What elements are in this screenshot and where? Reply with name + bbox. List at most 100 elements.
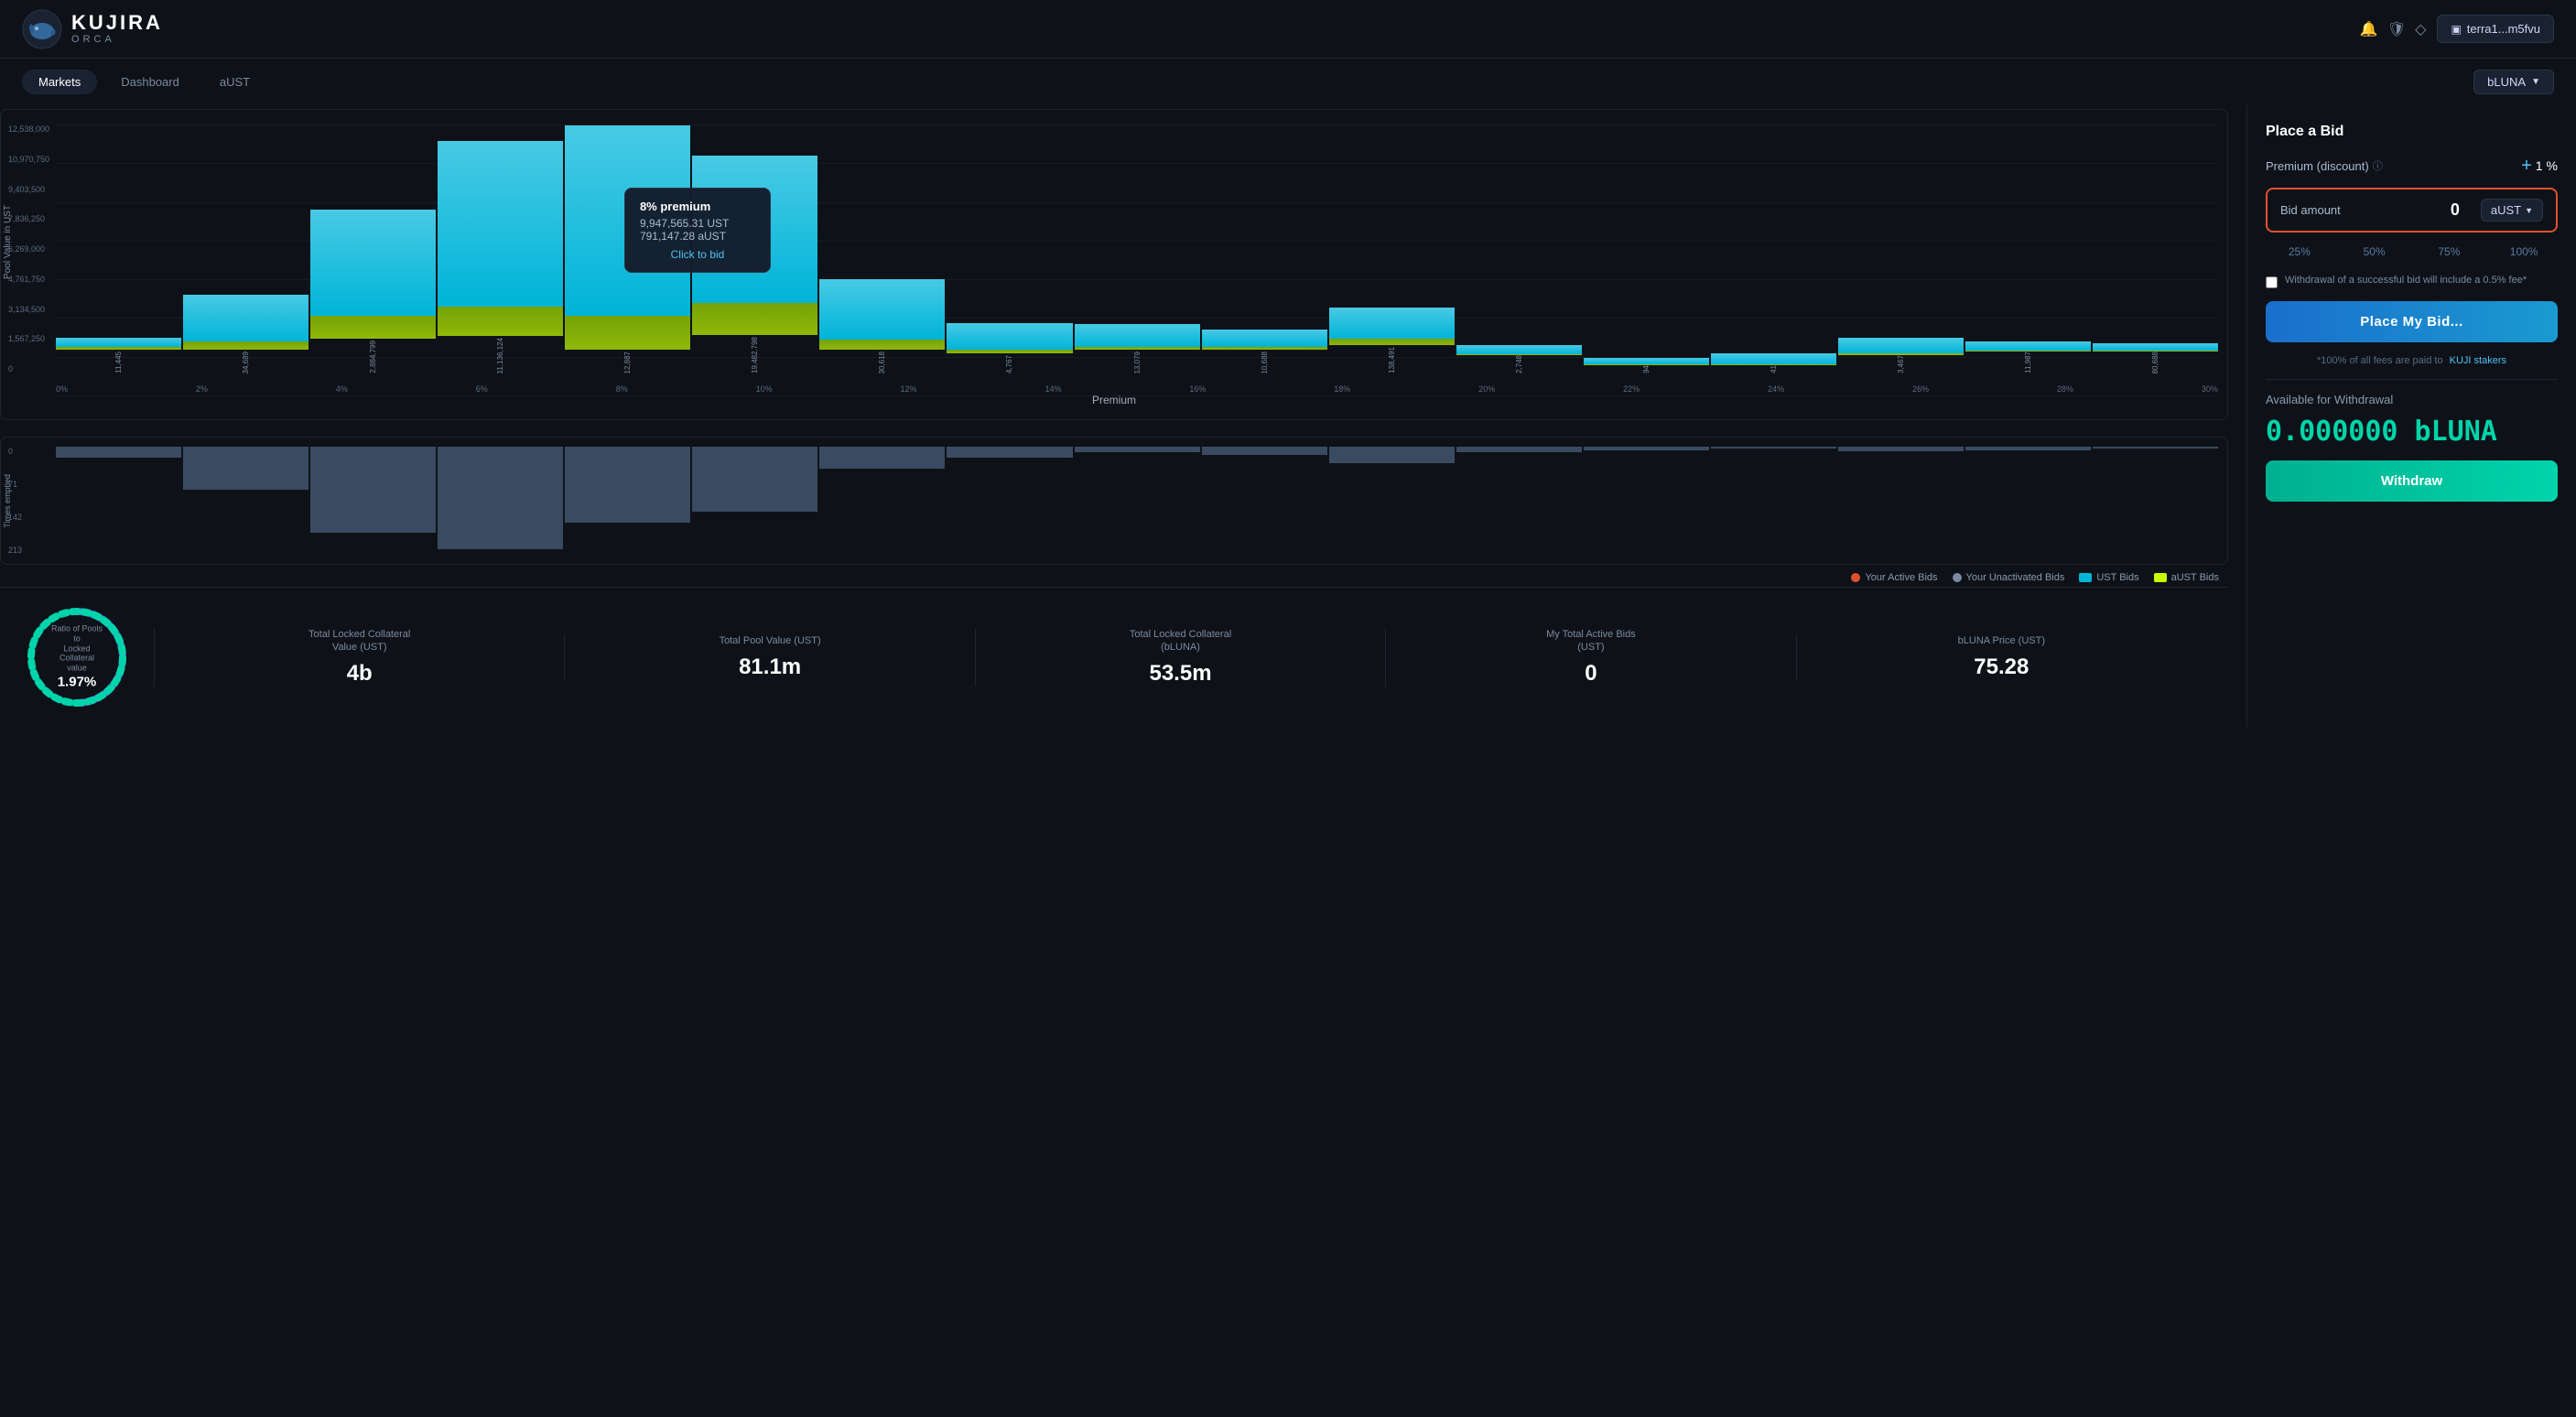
bar-stack-8: [565, 125, 690, 350]
bar-stack-30: [1965, 341, 2091, 352]
stat-label-0: Total Locked CollateralValue (UST): [169, 628, 549, 654]
bar-group-2[interactable]: 34,689: [183, 124, 308, 373]
bar-ust-10: [692, 156, 817, 303]
premium-row: Premium (discount) ⓘ + 1 %: [2266, 157, 2558, 175]
bar-group-14[interactable]: 4,767: [947, 124, 1072, 373]
bar-group-0[interactable]: 11,445: [56, 124, 181, 373]
fee-checkbox[interactable]: [2266, 276, 2278, 288]
bid-amount-box[interactable]: Bid amount aUST ▼: [2266, 188, 2558, 233]
stat-label-3: My Total Active Bids(UST): [1401, 628, 1780, 654]
logo-subtitle: ORCA: [71, 35, 163, 45]
bar-group-22[interactable]: 2,748: [1456, 124, 1582, 373]
stat-value-2: 53.5m: [990, 661, 1370, 687]
bar-stack-20: [1329, 308, 1455, 345]
stat-label-4: bLUNA Price (UST): [1812, 634, 2192, 647]
bar-group-26[interactable]: 41: [1711, 124, 1836, 373]
header-icons: 🔔 🛡 ◇: [2360, 20, 2427, 38]
wallet-address: terra1...m5fvu: [2467, 22, 2540, 36]
place-bid-button[interactable]: Place My Bid...: [2266, 301, 2558, 342]
emptied-bar-11: [1456, 447, 1582, 452]
bar-val-0: 11,445: [114, 352, 123, 373]
bar-stack-10: [692, 156, 817, 335]
stat-value-0: 4b: [169, 661, 549, 687]
emptied-y-axis-label: Times emptied: [1, 438, 14, 564]
grid-line-7: [56, 395, 2218, 396]
bar-group-8[interactable]: 12,887: [565, 124, 690, 373]
bar-ust-12: [819, 279, 945, 339]
stat-label-1: Total Pool Value (UST): [579, 634, 959, 647]
bar-group-6[interactable]: 11,136,124: [438, 124, 563, 373]
kuji-stakers-link[interactable]: KUJI stakers: [2450, 355, 2506, 366]
bar-group-18[interactable]: 10,688: [1202, 124, 1327, 373]
emptied-bars-wrapper: [56, 447, 2218, 555]
legend-ust-bids: UST Bids: [2079, 572, 2138, 583]
market-selector[interactable]: bLUNA ▼: [2473, 70, 2554, 94]
withdrawal-section: Available for Withdrawal 0.000000 bLUNA …: [2266, 379, 2558, 502]
bar-group-30plus[interactable]: 80,688: [2093, 124, 2218, 373]
bar-stack-28: [1838, 338, 1964, 355]
emptied-bar-6: [819, 447, 945, 469]
bar-group-24[interactable]: 94: [1584, 124, 1709, 373]
bar-aust-2: [183, 341, 308, 350]
bar-stack-6: [438, 141, 563, 335]
premium-plus-button[interactable]: +: [2521, 157, 2532, 175]
nav-item-markets[interactable]: Markets: [22, 70, 97, 94]
bar-val-8: 12,887: [623, 352, 632, 373]
legend-label-unactivated: Your Unactivated Bids: [1966, 572, 2065, 583]
bar-group-10[interactable]: 19,482,798: [692, 124, 817, 373]
pct-100-button[interactable]: 100%: [2490, 242, 2558, 262]
bar-group-12[interactable]: 30,618: [819, 124, 945, 373]
stat-value-3: 0: [1401, 661, 1780, 687]
chart-area: Pool Value in UST 12,538,000 10,970,750 …: [0, 105, 2246, 727]
right-sidebar: Place a Bid Premium (discount) ⓘ + 1 % B…: [2246, 105, 2576, 727]
chart-legend: Your Active Bids Your Unactivated Bids U…: [0, 572, 2228, 587]
bar-ust-0: [56, 338, 181, 348]
shield-icon[interactable]: 🛡: [2387, 20, 2406, 38]
bar-stack-22: [1456, 345, 1582, 355]
bid-amount-input[interactable]: [2419, 200, 2473, 220]
emptied-bar-5: [692, 447, 817, 512]
bell-icon[interactable]: 🔔: [2360, 20, 2378, 38]
bar-val-20: 138,491: [1388, 347, 1396, 373]
bar-chart[interactable]: Pool Value in UST 12,538,000 10,970,750 …: [0, 109, 2228, 420]
bar-val-18: 10,688: [1261, 352, 1269, 373]
logo-title: KUJIRA: [71, 13, 163, 33]
bar-ust-6: [438, 141, 563, 306]
legend-aust-bids: aUST Bids: [2154, 572, 2219, 583]
diamond-icon[interactable]: ◇: [2415, 20, 2426, 38]
emptied-bar-0: [56, 447, 181, 458]
withdrawal-value: 0.000000 bLUNA: [2266, 416, 2558, 448]
bar-group-28[interactable]: 3,467: [1838, 124, 1964, 373]
legend-unactivated-bids: Your Unactivated Bids: [1953, 572, 2065, 583]
bar-aust-6: [438, 307, 563, 336]
ratio-circle: Ratio of Pools toLockedCollateral value …: [22, 602, 132, 712]
premium-value-area: + 1 %: [2521, 157, 2558, 175]
bid-currency-selector[interactable]: aUST ▼: [2481, 199, 2543, 222]
bar-val-28: 3,467: [1897, 355, 1905, 373]
header-right: 🔔 🛡 ◇ ▣ terra1...m5fvu: [2360, 15, 2554, 43]
wallet-button[interactable]: ▣ terra1...m5fvu: [2437, 15, 2554, 43]
y-axis-labels: 12,538,000 10,970,750 9,403,500 7,836,25…: [8, 124, 49, 373]
bar-stack-4: [310, 210, 436, 339]
ratio-text: Ratio of Pools toLockedCollateral value …: [49, 623, 104, 690]
bar-aust-12: [819, 340, 945, 350]
withdraw-button[interactable]: Withdraw: [2266, 460, 2558, 502]
pct-25-button[interactable]: 25%: [2266, 242, 2333, 262]
bar-group-16[interactable]: 13,079: [1075, 124, 1200, 373]
emptied-bar-14: [1838, 447, 1964, 451]
bar-stack-26: [1711, 353, 1836, 366]
bar-group-4[interactable]: 2,884,799: [310, 124, 436, 373]
bar-group-30[interactable]: 11,987: [1965, 124, 2091, 373]
bars-wrapper: 11,445 34,689 2,884,799: [56, 124, 2218, 373]
emptied-bar-1: [183, 447, 308, 490]
bar-stack-24: [1584, 358, 1709, 365]
legend-dot-unactivated: [1953, 573, 1962, 582]
bar-group-20[interactable]: 138,491: [1329, 124, 1455, 373]
legend-dot-active: [1851, 573, 1860, 582]
nav-item-dashboard[interactable]: Dashboard: [104, 70, 196, 94]
pct-75-button[interactable]: 75%: [2416, 242, 2484, 262]
nav-item-aust[interactable]: aUST: [203, 70, 266, 94]
stat-total-locked-bluna: Total Locked Collateral(bLUNA) 53.5m: [975, 628, 1385, 687]
pct-50-button[interactable]: 50%: [2341, 242, 2408, 262]
x-axis-title: Premium: [1092, 394, 1136, 406]
